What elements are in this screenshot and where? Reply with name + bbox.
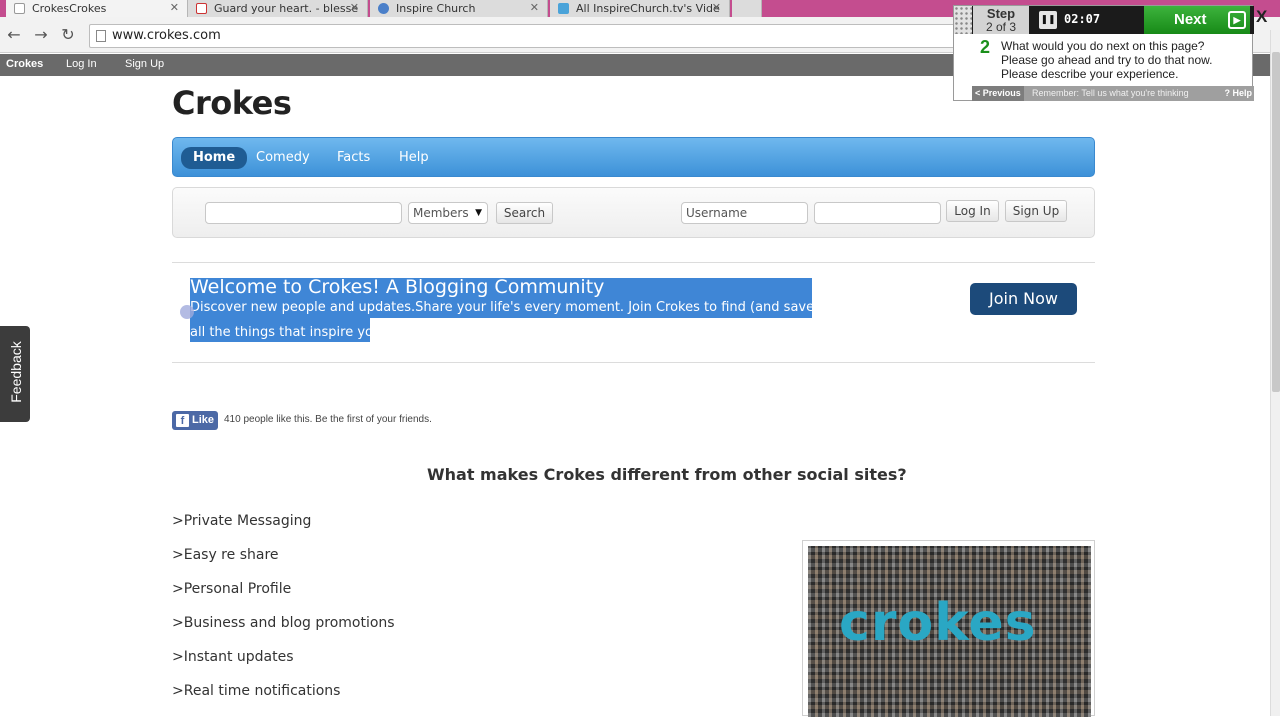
url-text: www.crokes.com	[112, 28, 221, 43]
drag-handle-icon[interactable]	[954, 6, 972, 34]
browser-tab-inspire-church[interactable]: Inspire Church ✕	[370, 0, 548, 17]
forward-icon[interactable]: →	[31, 25, 51, 45]
nav-comedy[interactable]: Comedy	[244, 147, 322, 169]
reminder-text: Remember: Tell us what you're thinking	[1032, 88, 1189, 98]
close-tab-icon[interactable]: ✕	[350, 1, 359, 14]
step-label: Step	[986, 6, 1016, 21]
vimeo-icon	[558, 3, 569, 14]
widget-footer: < Previous Remember: Tell us what you're…	[972, 86, 1254, 101]
scrollbar-thumb[interactable]	[1272, 52, 1280, 392]
facebook-like-button[interactable]: f Like	[172, 411, 218, 430]
like-label: Like	[192, 414, 215, 426]
username-field[interactable]: Username	[681, 202, 808, 224]
welcome-title: Welcome to Crokes! A Blogging Community	[190, 276, 605, 298]
feature-item: >Personal Profile	[172, 581, 292, 597]
widget-header: Step 2 of 3 ❚❚ 02:07 Next ▶	[954, 6, 1254, 34]
previous-button[interactable]: < Previous	[972, 86, 1024, 101]
feedback-label: Feedback	[8, 341, 24, 403]
gmail-icon	[196, 3, 207, 14]
feature-item: >Private Messaging	[172, 513, 312, 529]
task-line: Please go ahead and try to do that now.	[1001, 53, 1213, 67]
collage-logo: crokes	[839, 593, 1037, 653]
signup-button[interactable]: Sign Up	[1005, 200, 1067, 222]
facebook-icon: f	[176, 414, 189, 427]
next-label: Next	[1174, 11, 1207, 28]
welcome-text: Discover new people and updates.Share yo…	[190, 300, 825, 315]
feature-item: >Real time notifications	[172, 683, 341, 699]
join-now-button[interactable]: Join Now	[970, 283, 1077, 315]
tab-title: Guard your heart. - blesse	[214, 2, 359, 15]
play-icon: ▶	[1228, 11, 1246, 29]
divider	[172, 362, 1095, 363]
nav-facts[interactable]: Facts	[325, 147, 382, 169]
tab-title: All InspireChurch.tv's Vide	[576, 2, 720, 15]
task-line: Please describe your experience.	[1001, 67, 1179, 81]
tab-title: CrokesCrokes	[32, 2, 107, 15]
top-login-link[interactable]: Log In	[66, 58, 97, 70]
search-button[interactable]: Search	[496, 202, 553, 224]
back-icon[interactable]: ←	[4, 25, 24, 45]
step-indicator: Step 2 of 3	[973, 6, 1029, 34]
page-scrollbar[interactable]	[1270, 30, 1280, 716]
close-tab-icon[interactable]: ✕	[170, 1, 179, 14]
feedback-tab[interactable]: Feedback	[0, 326, 30, 422]
facebook-like-count: 410 people like this. Be the first of yo…	[224, 414, 432, 425]
step-count: 2 of 3	[985, 20, 1017, 34]
search-login-panel: Members ▼ Search Username Log In Sign Up	[172, 187, 1095, 238]
close-widget-icon[interactable]: X	[1256, 7, 1274, 29]
search-scope-value: Members	[413, 206, 469, 220]
browser-tab-crokes[interactable]: CrokesCrokes ✕	[6, 0, 188, 17]
crokes-collage-image: crokes	[802, 540, 1095, 717]
browser-tab-inspirechurch-videos[interactable]: All InspireChurch.tv's Vide ✕	[550, 0, 730, 17]
tab-title: Inspire Church	[396, 2, 476, 15]
new-tab-button[interactable]	[732, 0, 762, 17]
task-number: 2	[980, 37, 991, 57]
pause-icon[interactable]: ❚❚	[1039, 11, 1057, 29]
nav-help[interactable]: Help	[387, 147, 441, 169]
usability-task-widget: Step 2 of 3 ❚❚ 02:07 Next ▶ 2 What would…	[953, 5, 1254, 101]
site-brand-link[interactable]: Crokes	[6, 58, 43, 70]
page-icon	[96, 30, 106, 42]
next-button[interactable]: Next ▶	[1144, 6, 1250, 34]
task-instructions: What would you do next on this page? Ple…	[1001, 39, 1241, 81]
timer: 02:07	[1064, 12, 1101, 26]
globe-icon	[378, 3, 389, 14]
feature-item: >Easy re share	[172, 547, 279, 563]
nav-home[interactable]: Home	[181, 147, 248, 169]
browser-tab-gmail[interactable]: Guard your heart. - blesse ✕	[188, 0, 368, 17]
search-input[interactable]	[205, 202, 402, 224]
welcome-text-continued: all the things that inspire you	[190, 325, 382, 340]
address-bar[interactable]: www.crokes.com	[89, 24, 959, 48]
top-signup-link[interactable]: Sign Up	[125, 58, 164, 70]
close-tab-icon[interactable]: ✕	[712, 1, 721, 14]
chevron-down-icon: ▼	[475, 208, 482, 218]
main-nav: Home Comedy Facts Help	[172, 137, 1095, 177]
password-field[interactable]	[814, 202, 941, 224]
section-heading: What makes Crokes different from other s…	[427, 465, 907, 484]
site-title: Crokes	[172, 84, 292, 122]
page-icon	[14, 3, 25, 14]
help-button[interactable]: ? Help	[1224, 86, 1252, 101]
feature-item: >Business and blog promotions	[172, 615, 395, 631]
task-line: What would you do next on this page?	[1001, 39, 1205, 53]
divider	[172, 262, 1095, 263]
cursor-indicator	[180, 305, 194, 319]
close-tab-icon[interactable]: ✕	[530, 1, 539, 14]
reload-icon[interactable]: ↻	[58, 25, 78, 45]
feature-item: >Instant updates	[172, 649, 294, 665]
search-scope-select[interactable]: Members ▼	[408, 202, 488, 224]
login-button[interactable]: Log In	[946, 200, 999, 222]
